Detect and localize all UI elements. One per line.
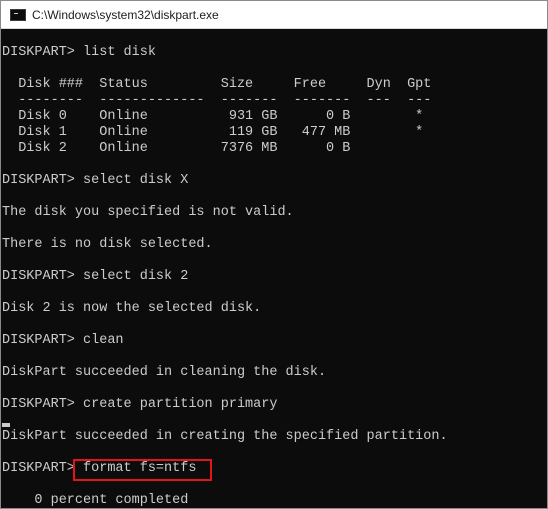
console-line: -------- ------------- ------- ------- -… bbox=[2, 93, 432, 108]
console-line: DISKPART> list disk bbox=[2, 45, 156, 60]
title-bar[interactable]: C:\Windows\system32\diskpart.exe bbox=[1, 1, 547, 29]
console-line: DISKPART> create partition primary bbox=[2, 397, 278, 412]
text-cursor bbox=[2, 423, 10, 427]
console-line: Disk ### Status Size Free Dyn Gpt bbox=[2, 77, 432, 92]
console-line: There is no disk selected. bbox=[2, 237, 213, 252]
console-line: 0 percent completed bbox=[2, 493, 189, 508]
console-line: DISKPART> clean bbox=[2, 333, 124, 348]
console-line: Disk 1 Online 119 GB 477 MB * bbox=[2, 125, 424, 140]
command-highlight-box bbox=[73, 459, 212, 481]
window-title: C:\Windows\system32\diskpart.exe bbox=[32, 7, 219, 22]
console-line: DiskPart succeeded in cleaning the disk. bbox=[2, 365, 327, 380]
console-line: DiskPart succeeded in creating the speci… bbox=[2, 429, 448, 444]
console-line: Disk 2 is now the selected disk. bbox=[2, 301, 262, 316]
console-line: Disk 0 Online 931 GB 0 B * bbox=[2, 109, 424, 124]
console-line: DISKPART> select disk 2 bbox=[2, 269, 189, 284]
console-window: C:\Windows\system32\diskpart.exe DISKPAR… bbox=[0, 0, 548, 509]
console-icon bbox=[10, 8, 26, 21]
console-output[interactable]: DISKPART> list disk Disk ### Status Size… bbox=[1, 45, 547, 508]
console-line: The disk you specified is not valid. bbox=[2, 205, 294, 220]
console-line: Disk 2 Online 7376 MB 0 B bbox=[2, 141, 351, 156]
console-line: DISKPART> select disk X bbox=[2, 173, 189, 188]
